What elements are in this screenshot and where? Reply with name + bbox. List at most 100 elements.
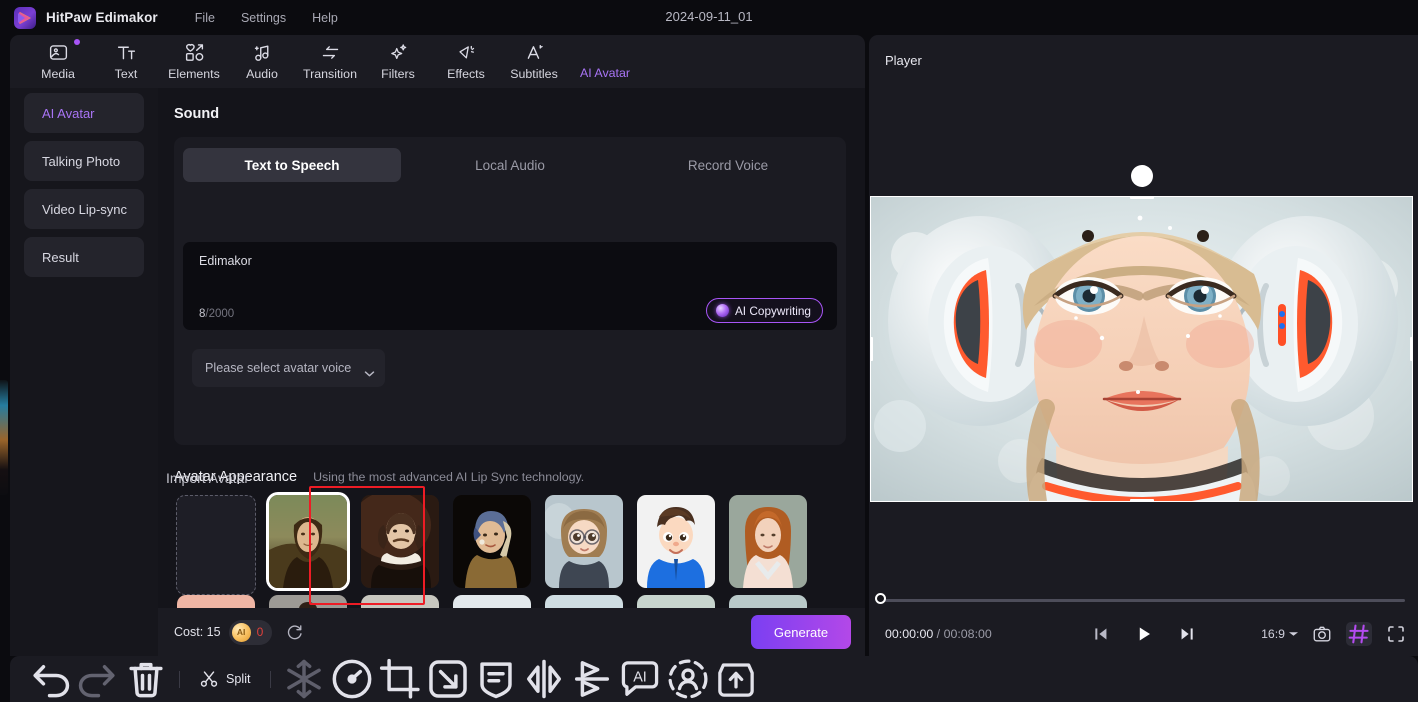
aspect-ratio-select[interactable]: 16:9 [1261, 627, 1298, 641]
freeze-frame-button[interactable] [280, 664, 328, 694]
avatar-cell-redhead[interactable] [726, 495, 818, 595]
tab-local-audio[interactable]: Local Audio [401, 148, 619, 182]
avatar-cell-mona-lisa[interactable] [266, 495, 358, 595]
ribbon-tab-elements[interactable]: Elements [160, 37, 228, 87]
credit-balance: 0 [257, 625, 264, 639]
menu-file[interactable]: File [195, 11, 215, 25]
sidebar-label-ai-avatar: AI Avatar [42, 106, 95, 121]
avatar-thumb-cartoon-girl-glasses[interactable] [545, 495, 623, 588]
avatar-thumb-mona-lisa[interactable] [269, 495, 347, 588]
ai-avatar-panel: Sound Text to Speech Local Audio Record … [158, 88, 865, 656]
sidebar-item-result[interactable]: Result [24, 237, 144, 277]
export-clip-button[interactable] [712, 664, 760, 694]
effects-icon [456, 42, 477, 63]
import-avatar-overlay-label: Import Avatar [166, 470, 249, 486]
ribbon-label-subtitles: Subtitles [510, 67, 558, 81]
refresh-icon[interactable] [286, 623, 304, 641]
avatar-thumb-redhead-woman[interactable] [729, 495, 807, 588]
speed-button[interactable] [328, 664, 376, 694]
toolbar-divider-1 [179, 671, 180, 688]
ai-caption-button[interactable]: AI [616, 664, 664, 694]
tts-textarea[interactable]: Edimakor 8/2000 AI Copywriting [183, 242, 837, 330]
menu-settings[interactable]: Settings [241, 11, 286, 25]
ribbon-tab-transition[interactable]: Transition [296, 37, 364, 87]
audio-icon [252, 42, 273, 63]
filters-icon [388, 42, 409, 63]
avatar-cell-cartoon-boy[interactable] [634, 495, 726, 595]
hidden-panel-edge[interactable] [0, 380, 8, 495]
ribbon-label-transition: Transition [303, 67, 357, 81]
avatar-cell-shakespeare[interactable] [358, 495, 450, 595]
char-counter: 8/2000 [199, 308, 234, 320]
grid-button[interactable] [1346, 622, 1372, 646]
generate-button[interactable]: Generate [751, 615, 851, 649]
crop-button[interactable] [376, 664, 424, 694]
ribbon-tab-subtitles[interactable]: Subtitles [500, 37, 568, 87]
tab-record-voice[interactable]: Record Voice [619, 148, 837, 182]
ribbon-tab-media[interactable]: Media [24, 37, 92, 87]
ribbon-tab-audio[interactable]: Audio [228, 37, 296, 87]
video-preview[interactable] [870, 196, 1413, 502]
avatar-thumb-girl-with-pearl-earring[interactable] [453, 495, 531, 588]
sidebar-item-ai-avatar[interactable]: AI Avatar [24, 93, 144, 133]
credit-badge: AI 0 [229, 620, 273, 645]
seek-track[interactable] [882, 599, 1405, 602]
tab-text-to-speech[interactable]: Text to Speech [183, 148, 401, 182]
playhead-knob[interactable] [875, 593, 886, 604]
ai-copywriting-button[interactable]: AI Copywriting [706, 298, 823, 323]
resize-handle-bottom[interactable] [1130, 499, 1154, 502]
seek-bar[interactable] [869, 588, 1418, 612]
menu-help[interactable]: Help [312, 11, 338, 25]
player-right-controls: 16:9 [1261, 622, 1406, 646]
tab-label-record-voice: Record Voice [688, 158, 768, 173]
time-separator: / [933, 627, 943, 641]
speed-ramp-button[interactable] [568, 664, 616, 694]
fullscreen-button[interactable] [1386, 624, 1406, 644]
undo-button[interactable] [26, 664, 74, 694]
ribbon-tab-text[interactable]: Text [92, 37, 160, 87]
avatar-voice-select-label: Please select avatar voice [205, 361, 351, 375]
chevron-down-icon [364, 365, 375, 372]
ribbon-label-effects: Effects [447, 67, 485, 81]
split-button[interactable]: Split [189, 664, 261, 694]
delete-button[interactable] [122, 664, 170, 694]
resize-handle-left[interactable] [870, 337, 873, 361]
sidebar-label-talking-photo: Talking Photo [42, 154, 120, 169]
avatar-cell-import[interactable] [174, 495, 266, 595]
appearance-subtitle: Using the most advanced AI Lip Sync tech… [313, 470, 584, 484]
resize-handle-right[interactable] [1410, 337, 1413, 361]
app-logo-icon [14, 7, 36, 29]
avatar-voice-select[interactable]: Please select avatar voice [192, 349, 385, 387]
prev-frame-button[interactable] [1092, 624, 1112, 644]
mirror-button[interactable] [520, 664, 568, 694]
snapshot-button[interactable] [1312, 624, 1332, 644]
avatar-cell-pearl-earring[interactable] [450, 495, 542, 595]
sidebar-label-video-lip-sync: Video Lip-sync [42, 202, 127, 217]
toolbar-divider-2 [270, 671, 271, 688]
play-button[interactable] [1134, 624, 1154, 644]
edimakor-window: HitPaw Edimakor File Settings Help 2024-… [0, 0, 1418, 702]
ribbon-tab-filters[interactable]: Filters [364, 37, 432, 87]
rotate-handle[interactable] [1131, 165, 1153, 187]
player-stage [870, 196, 1413, 502]
redo-button[interactable] [74, 664, 122, 694]
avatar-thumb-cartoon-boy-blue-hoodie[interactable] [637, 495, 715, 588]
import-avatar-tile[interactable] [176, 495, 256, 595]
avatar-cell-cartoon-girl[interactable] [542, 495, 634, 595]
avatar-thumb-shakespeare[interactable] [361, 495, 439, 588]
chevron-down-icon [1289, 631, 1298, 637]
player-label: Player [869, 35, 1418, 68]
sidebar-item-talking-photo[interactable]: Talking Photo [24, 141, 144, 181]
playback-controls [1092, 624, 1196, 644]
next-frame-button[interactable] [1176, 624, 1196, 644]
ribbon-tab-effects[interactable]: Effects [432, 37, 500, 87]
sidebar-item-video-lip-sync[interactable]: Video Lip-sync [24, 189, 144, 229]
mask-button[interactable] [472, 664, 520, 694]
player-panel: Player [869, 35, 1418, 656]
ribbon-tab-ai-avatar[interactable]: AI Avatar [568, 37, 642, 87]
tab-label-local-audio: Local Audio [475, 158, 545, 173]
auto-reframe-button[interactable] [664, 664, 712, 694]
aspect-ratio-value: 16:9 [1261, 627, 1285, 641]
resize-handle-top[interactable] [1130, 196, 1154, 199]
keyframe-button[interactable] [424, 664, 472, 694]
